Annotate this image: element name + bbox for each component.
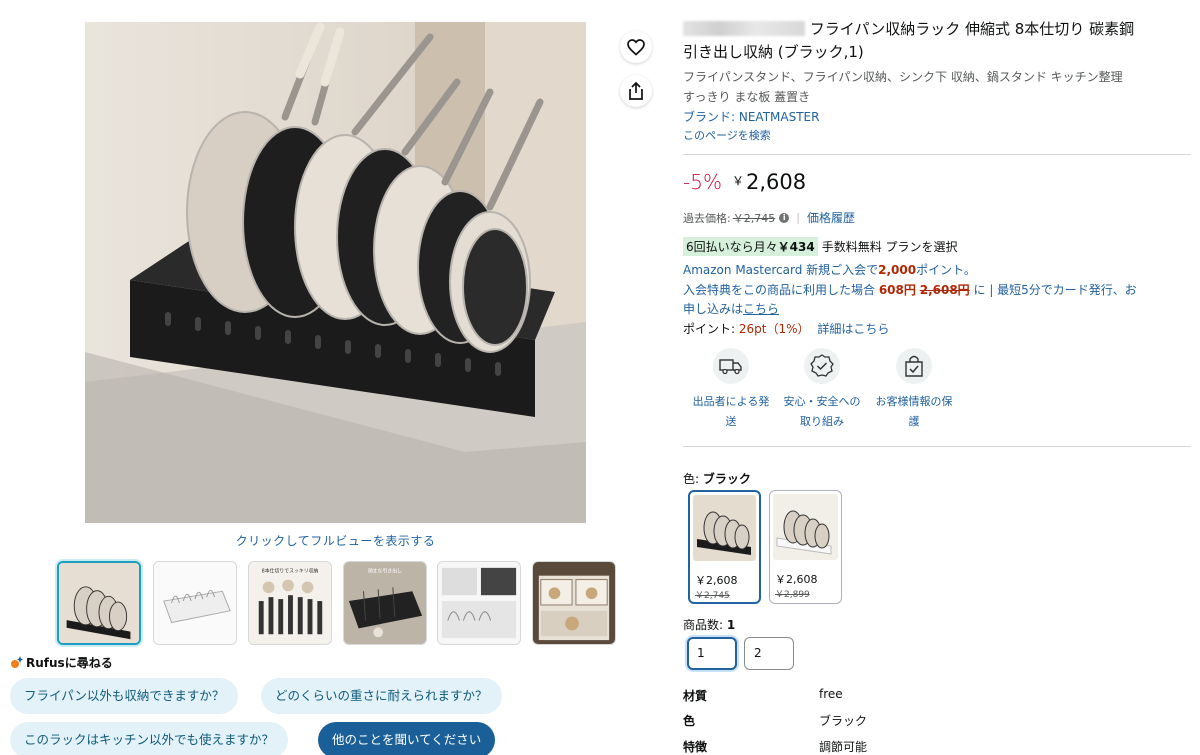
product-details: フライパン収納ラック 伸縮式 8本仕切り 碳素鋼 引き出し収納 (ブラック,1)…: [683, 18, 1193, 143]
heart-icon: [627, 38, 645, 56]
info-icon[interactable]: i: [779, 212, 790, 223]
rufus-sparkle-icon: [11, 656, 23, 668]
card-offer-points: 2,000: [878, 263, 917, 277]
separator: |: [796, 211, 800, 224]
swatch-price: ￥2,608: [695, 574, 738, 587]
card-offer: Amazon Mastercard 新規ご入会で2,000ポイント。 入会特典を…: [683, 261, 1195, 320]
redacted-brand-text: [683, 21, 805, 36]
past-price-row: 過去価格: ￥2,745 i | 価格履歴: [683, 209, 855, 226]
installment-plan-link[interactable]: 手数料無料 プランを選択: [822, 238, 958, 255]
swatch-image: [773, 494, 838, 560]
thumbnail-2[interactable]: [153, 561, 237, 645]
product-title-line1: フライパン収納ラック 伸縮式 8本仕切り 碳素鋼: [809, 20, 1135, 38]
swatch-image: [693, 495, 756, 561]
past-price-label: 過去価格:: [683, 211, 731, 225]
installment-prefix: 6回払いなら月々: [686, 240, 778, 254]
price-value: 2,608: [745, 170, 807, 194]
quantity-label: 商品数: 1: [683, 616, 735, 633]
secure-checkout-icon: [905, 355, 923, 377]
main-product-image[interactable]: [85, 22, 586, 523]
spec-value: free: [819, 687, 843, 701]
quantity-label-text: 商品数:: [683, 618, 727, 632]
points-label: ポイント:: [683, 322, 736, 336]
card-offer-line2-end: に | 最短5分でカード発行、お: [969, 282, 1137, 297]
rufus-title: Rufusに尋ねる: [10, 654, 113, 671]
swatch-price: ￥2,608: [775, 573, 818, 586]
discount-percent: -5%: [683, 170, 722, 194]
share-icon: [629, 82, 643, 100]
color-swatch-black[interactable]: ￥2,608 ￥2,745: [688, 490, 761, 604]
card-offer-old-price: 2,608円: [919, 282, 970, 297]
brand-link[interactable]: ブランド: NEATMASTER: [683, 107, 1193, 127]
subtitle-line2: すっきり まな板 蓋置き: [683, 90, 811, 104]
feature-label-line1: 出品者による発: [692, 395, 770, 408]
currency-symbol: ￥: [731, 174, 744, 188]
spec-key: 材質: [683, 689, 708, 703]
color-swatch-white[interactable]: ￥2,608 ￥2,899: [769, 490, 842, 604]
subtitle-line1: フライパンスタンド、フライパン収納、シンク下 収納、鍋スタンド キッチン整理: [683, 70, 1123, 84]
points-value: 26pt（1%）: [738, 322, 810, 336]
installment-highlight: 6回払いなら月々￥434: [683, 237, 818, 256]
thumbnail-4[interactable]: 頑丈な引き出し: [343, 561, 427, 645]
card-offer-line1-end: ポイント。: [916, 263, 976, 277]
feature-safety[interactable]: 安心・安全への 取り組み: [780, 348, 864, 432]
points-row: ポイント: 26pt（1%） 詳細はこちら: [683, 320, 889, 337]
color-label-text: 色:: [683, 472, 703, 486]
past-price-value: ￥2,745: [732, 211, 776, 225]
spec-value: ブラック: [819, 714, 868, 728]
thumbnail-4-text: 頑丈な引き出し: [368, 568, 402, 575]
price-history-link[interactable]: 価格履歴: [807, 209, 855, 226]
card-offer-line1[interactable]: Amazon Mastercard 新規ご入会で: [683, 263, 878, 277]
feature-label-line2: 送: [725, 415, 737, 428]
fullview-link[interactable]: クリックしてフルビューを表示する: [85, 532, 586, 549]
rufus-ask-other-button[interactable]: 他のことを聞いてください: [318, 722, 496, 755]
product-title-line2: 引き出し収納 (ブラック,1): [683, 43, 864, 61]
installment-row: 6回払いなら月々￥434 手数料無料 プランを選択: [683, 237, 958, 256]
wishlist-button[interactable]: [620, 31, 652, 63]
price-row: -5% ￥ 2,608: [683, 170, 806, 194]
quantity-option-1[interactable]: 1: [687, 637, 737, 670]
feature-seller-shipping[interactable]: 出品者による発送: [689, 348, 773, 432]
card-offer-price: 608円: [878, 282, 916, 297]
feature-label-line2: 護: [908, 415, 920, 428]
points-details-link[interactable]: 詳細はこちら: [817, 322, 889, 336]
card-offer-line2: 入会特典をこの商品に利用した場合: [683, 282, 879, 297]
thumbnail-5[interactable]: [437, 561, 521, 645]
divider: [683, 446, 1191, 447]
rufus-question-2[interactable]: どのくらいの重さに耐えられますか？: [261, 678, 502, 714]
share-button[interactable]: [620, 75, 652, 107]
thumbnail-1[interactable]: [57, 561, 141, 645]
spec-value: 調節可能: [819, 740, 868, 754]
color-label: 色: ブラック: [683, 470, 751, 487]
swatch-old-price: ￥2,899: [775, 590, 810, 600]
rufus-question-1[interactable]: フライパン以外も収納できますか？: [10, 678, 239, 714]
safety-badge-icon: [810, 354, 834, 377]
card-apply-link[interactable]: こちら: [743, 302, 779, 316]
card-offer-line3: 申し込みは: [683, 302, 744, 316]
feature-label-line1: お客様情報の保: [875, 395, 953, 408]
thumbnail-3-text: 8本仕切りでスッキリ収納: [262, 568, 319, 575]
color-selected-value: ブラック: [702, 472, 751, 486]
spec-key: 色: [683, 714, 696, 728]
feature-label-line1: 安心・安全への: [783, 395, 861, 408]
product-subtitle: フライパンスタンド、フライパン収納、シンク下 収納、鍋スタンド キッチン整理 す…: [683, 67, 1193, 107]
installment-amount: ￥434: [777, 240, 815, 254]
spec-key: 特徴: [683, 740, 708, 754]
quantity-option-2[interactable]: 2: [744, 637, 794, 670]
divider: [683, 154, 1191, 155]
feature-label-line2: 取り組み: [800, 415, 844, 428]
quantity-selected-value: 1: [726, 618, 736, 632]
thumbnail-3[interactable]: 8本仕切りでスッキリ収納: [248, 561, 332, 645]
feature-customer-info[interactable]: お客様情報の保護: [872, 348, 956, 432]
rufus-question-3[interactable]: このラックはキッチン以外でも使えますか？: [10, 722, 289, 755]
product-title: フライパン収納ラック 伸縮式 8本仕切り 碳素鋼 引き出し収納 (ブラック,1): [683, 18, 1193, 64]
search-page-link[interactable]: このページを検索: [683, 127, 1193, 143]
rufus-title-text: Rufusに尋ねる: [26, 656, 113, 670]
delivery-truck-icon: [719, 359, 742, 375]
thumbnail-6[interactable]: [532, 561, 616, 645]
swatch-old-price: ￥2,745: [695, 591, 730, 601]
